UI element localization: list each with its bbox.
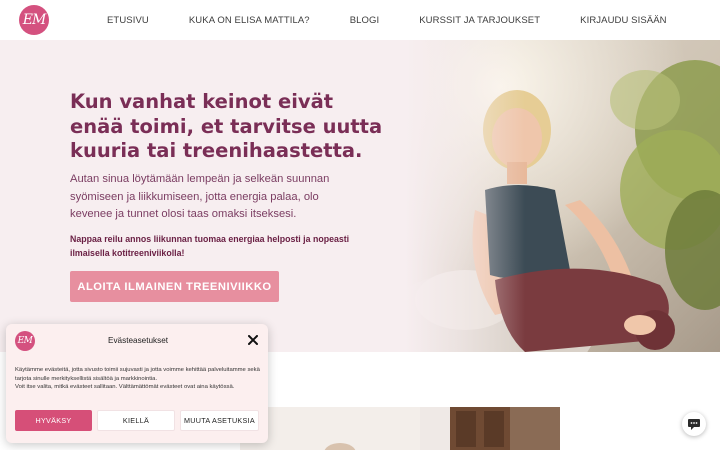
logo-text: EM — [22, 12, 47, 28]
lower-section-image — [240, 407, 560, 450]
site-header: EM ETUSIVU KUKA ON ELISA MATTILA? BLOGI … — [0, 0, 720, 40]
nav-item-kuka-on-elisa[interactable]: KUKA ON ELISA MATTILA? — [189, 15, 310, 26]
main-nav: ETUSIVU KUKA ON ELISA MATTILA? BLOGI KUR… — [107, 0, 707, 40]
lower-photo-illustration — [240, 407, 560, 450]
cookie-settings-button[interactable]: MUUTA ASETUKSIA — [180, 410, 259, 431]
hero-photo-fade — [405, 40, 525, 352]
accept-cookies-button[interactable]: HYVÄKSY — [15, 410, 92, 431]
cookie-logo: EM — [15, 331, 35, 351]
hero-description: Autan sinua löytämään lempeän ja selkeän… — [70, 173, 330, 220]
chat-bubble-icon — [688, 419, 700, 430]
chat-widget-button[interactable] — [682, 412, 706, 436]
nav-item-kirjaudu[interactable]: KIRJAUDU SISÄÄN — [580, 15, 667, 26]
cookie-text-line2: Voit itse valita, mitkä evästeet sallita… — [15, 384, 235, 391]
cookie-logo-text: EM — [17, 336, 33, 346]
site-logo[interactable]: EM — [19, 5, 49, 35]
start-free-week-button[interactable]: ALOITA ILMAINEN TREENIVIIKKO — [70, 271, 279, 302]
hero-offer-text: Nappaa reilu annos liikunnan tuomaa ener… — [70, 234, 350, 258]
nav-item-blogi[interactable]: BLOGI — [350, 15, 380, 26]
cookie-consent-dialog: EM Evästeasetukset Käytämme evästeitä, j… — [6, 324, 268, 443]
nav-item-kurssit[interactable]: KURSSIT JA TARJOUKSET — [419, 15, 540, 26]
deny-cookies-button[interactable]: KIELLÄ — [97, 410, 175, 431]
page: EM ETUSIVU KUKA ON ELISA MATTILA? BLOGI … — [0, 0, 720, 450]
hero-section: Kun vanhat keinot eivät enää toimi, et t… — [0, 40, 720, 352]
cookie-text-line1: Käytämme evästeitä, jotta sivusto toimii… — [15, 367, 260, 382]
cookie-description: Käytämme evästeitä, jotta sivusto toimii… — [15, 366, 261, 392]
nav-item-etusivu[interactable]: ETUSIVU — [107, 15, 149, 26]
close-icon[interactable] — [246, 333, 260, 347]
close-icon-svg — [248, 335, 258, 345]
hero-title: Kun vanhat keinot eivät enää toimi, et t… — [70, 90, 383, 162]
cookie-title: Evästeasetukset — [108, 336, 169, 345]
